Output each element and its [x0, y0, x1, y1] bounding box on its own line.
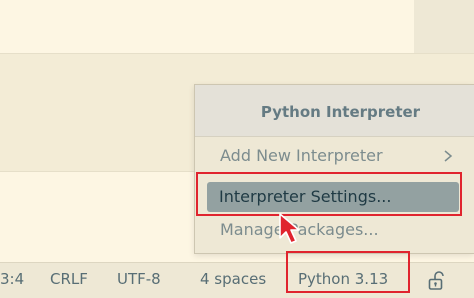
status-bar: 3:4 CRLF UTF-8 4 spaces Python 3.13 [0, 262, 474, 298]
chevron-right-icon [444, 150, 453, 162]
editor-line-region [0, 0, 414, 53]
interpreter-settings-item[interactable]: Interpreter Settings... [207, 182, 459, 212]
popup-header: Python Interpreter [195, 85, 474, 137]
manage-packages-item[interactable]: Manage Packages... [195, 215, 474, 245]
lock-open-icon[interactable] [428, 271, 446, 291]
menu-item-label: Add New Interpreter [220, 146, 383, 165]
indentation-selector[interactable]: 4 spaces [200, 263, 266, 298]
encoding-selector[interactable]: UTF-8 [117, 263, 161, 298]
editor-scroll-gutter [414, 0, 474, 53]
divider [0, 53, 474, 54]
interpreter-selector[interactable]: Python 3.13 [298, 263, 388, 298]
menu-item-label: Manage Packages... [220, 220, 379, 239]
line-ending-selector[interactable]: CRLF [50, 263, 88, 298]
popup-title: Python Interpreter [260, 103, 421, 121]
menu-item-label: Interpreter Settings... [219, 187, 392, 206]
cursor-position[interactable]: 3:4 [0, 263, 24, 298]
python-interpreter-popup: Python Interpreter Add New Interpreter I… [194, 84, 474, 254]
add-new-interpreter-item[interactable]: Add New Interpreter [195, 141, 474, 171]
